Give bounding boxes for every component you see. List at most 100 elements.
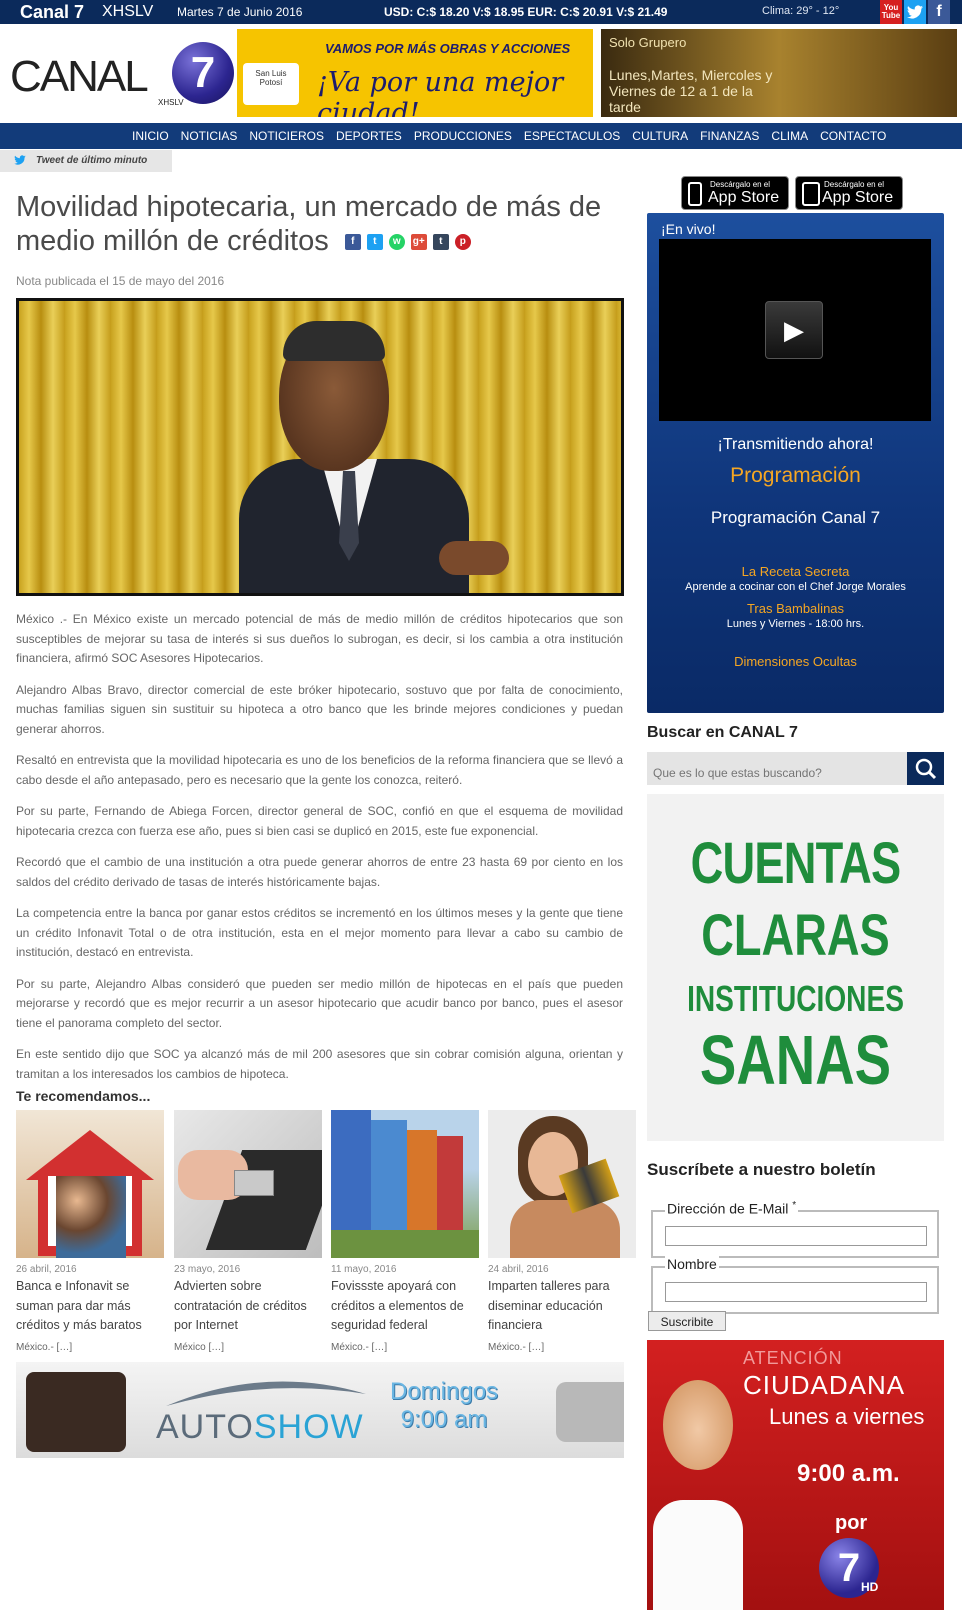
article-paragraph: Recordó que el cambio de una institución… [16, 855, 623, 889]
share-icons: f t w g+ t p [344, 234, 471, 251]
video-player[interactable]: ▶ [659, 239, 931, 421]
pinterest-share-icon[interactable]: p [454, 234, 471, 251]
main-nav: INICIO NOTICIAS NOTICIEROS DEPORTES PROD… [0, 123, 962, 149]
weather: Clima: 29° - 12° [762, 5, 840, 17]
whatsapp-share-icon[interactable]: w [388, 234, 405, 251]
recommend-date: 26 abril, 2016 [16, 1264, 77, 1275]
cuentas-line2: CLARAS [701, 903, 890, 968]
modern-car-image [556, 1382, 624, 1442]
email-fieldset: Dirección de E-Mail * [651, 1200, 939, 1258]
article-paragraph: Por su parte, Fernando de Abiega Forcen,… [16, 804, 623, 838]
top-brand: Canal 7 [20, 2, 85, 22]
callsign: XHSLV [102, 3, 154, 20]
nav-inicio[interactable]: INICIO [126, 123, 175, 149]
twitter-share-icon[interactable]: t [366, 234, 383, 251]
recommend-title[interactable]: Imparten talleres para diseminar educaci… [488, 1277, 636, 1336]
recommend-title[interactable]: Advierten sobre contratación de créditos… [174, 1277, 322, 1336]
facebook-share-icon[interactable]: f [344, 234, 361, 251]
recommend-card[interactable]: 24 abril, 2016 Imparten talleres para di… [488, 1110, 636, 1353]
show-desc: Aprende a cocinar con el Chef Jorge Mora… [685, 581, 906, 593]
atencion-time: 9:00 a.m. [797, 1460, 900, 1487]
atencion-por: por [835, 1512, 868, 1534]
article-paragraph: Alejandro Albas Bravo, director comercia… [16, 682, 623, 736]
atencion-line2: CIUDADANA [743, 1370, 906, 1400]
appstore-small: Descárgalo en el [824, 180, 885, 189]
recommend-title[interactable]: Banca e Infonavit se suman para dar más … [16, 1277, 164, 1336]
name-fieldset: Nombre [651, 1256, 939, 1314]
family-house-image[interactable] [16, 1110, 164, 1258]
newsletter-title: Suscríbete a nuestro boletín [647, 1160, 876, 1179]
twitter-bird-icon [14, 154, 26, 168]
autoshow-brand-a: AUTO [156, 1408, 254, 1446]
recommend-excerpt: México.- […] [488, 1341, 545, 1353]
play-icon[interactable]: ▶ [765, 301, 823, 359]
recommend-excerpt: México.- […] [16, 1341, 73, 1353]
appstore-button[interactable]: Descárgalo en el App Store [795, 176, 903, 210]
cuentas-claras-ad[interactable]: CUENTAS CLARAS INSTITUCIONES SANAS [647, 794, 944, 1141]
article-paragraph: Por su parte, Alejandro Albas consideró … [16, 976, 623, 1030]
laptop-card-image[interactable] [174, 1110, 322, 1258]
vintage-car-image [26, 1372, 126, 1452]
current-date: Martes 7 de Junio 2016 [177, 5, 303, 19]
email-field[interactable] [665, 1226, 927, 1246]
tweet-bar-label: Tweet de último minuto [36, 155, 148, 166]
search-input[interactable] [647, 752, 907, 785]
show-item[interactable]: Tras Bambalinas Lunes y Viernes - 18:00 … [647, 601, 944, 630]
article-paragraph: Resaltó en entrevista que la movilidad h… [16, 753, 623, 787]
woman-cards-image[interactable] [488, 1110, 636, 1258]
recommend-card[interactable]: 26 abril, 2016 Banca e Infonavit se suma… [16, 1110, 164, 1353]
ad-banner-obras[interactable]: San Luis Potosí VAMOS POR MÁS OBRAS Y AC… [237, 29, 593, 117]
show-name: Dimensiones Ocultas [734, 654, 857, 669]
live-label: ¡En vivo! [661, 221, 716, 237]
programacion-link[interactable]: Programación [647, 464, 944, 488]
youtube-icon[interactable]: You Tube [880, 0, 902, 24]
googleplus-share-icon[interactable]: g+ [410, 234, 427, 251]
logo-word: CANAL [10, 52, 149, 101]
tweet-bar[interactable]: Tweet de último minuto [0, 150, 172, 172]
cuentas-line3: INSTITUCIONES [687, 978, 904, 1019]
subscribe-button[interactable]: Suscribite [648, 1311, 726, 1331]
banner2-line1: Solo Grupero [609, 35, 687, 50]
recommend-title[interactable]: Fovissste apoyará con créditos a element… [331, 1277, 479, 1336]
nav-noticieros[interactable]: NOTICIEROS [243, 123, 330, 149]
show-desc: Lunes y Viernes - 18:00 hrs. [726, 618, 865, 630]
appstore-button[interactable]: Descárgalo en el App Store [681, 176, 789, 210]
top-bar: Canal 7 XHSLV Martes 7 de Junio 2016 USD… [0, 0, 962, 24]
recommend-excerpt: México.- […] [331, 1341, 388, 1353]
name-field[interactable] [665, 1282, 927, 1302]
banner2-line2: Lunes,Martes, Miercoles y Viernes de 12 … [609, 67, 773, 115]
atencion-line1: ATENCIÓN [743, 1348, 843, 1368]
autoshow-brand-b: SHOW [253, 1408, 364, 1446]
facebook-icon[interactable]: f [928, 0, 950, 24]
nav-clima[interactable]: CLIMA [765, 123, 814, 149]
nav-contacto[interactable]: CONTACTO [814, 123, 892, 149]
nav-producciones[interactable]: PRODUCCIONES [408, 123, 518, 149]
nav-espectaculos[interactable]: ESPECTACULOS [518, 123, 626, 149]
show-item[interactable]: La Receta Secreta Aprende a cocinar con … [647, 564, 944, 593]
tumblr-share-icon[interactable]: t [432, 234, 449, 251]
header: CANAL 7 XHSLV San Luis Potosí VAMOS POR … [0, 24, 962, 120]
autoshow-schedule: Domingos 9:00 am [390, 1378, 498, 1434]
banner1-line2: ¡Va por una mejor ciudad! [317, 67, 564, 117]
recommend-heading: Te recomendamos... [16, 1088, 151, 1104]
ad-banner-grupero[interactable]: Solo Grupero Lunes,Martes, Miercoles y V… [601, 29, 957, 117]
atencion-ciudadana-ad[interactable]: ATENCIÓN CIUDADANA Lunes a viernes 9:00 … [647, 1340, 944, 1610]
recommend-card[interactable]: 23 mayo, 2016 Advierten sobre contrataci… [174, 1110, 322, 1353]
nav-finanzas[interactable]: FINANZAS [694, 123, 765, 149]
autoshow-day: Domingos [390, 1378, 499, 1405]
houses-image[interactable] [331, 1110, 479, 1258]
nav-cultura[interactable]: CULTURA [626, 123, 694, 149]
recommend-card[interactable]: 11 mayo, 2016 Fovissste apoyará con créd… [331, 1110, 479, 1353]
appstore-small: Descárgalo en el [710, 180, 771, 189]
recommend-excerpt: México […] [174, 1341, 225, 1353]
canal7-logo[interactable]: CANAL 7 XHSLV [10, 38, 234, 108]
article-paragraph: La competencia entre la banca por ganar … [16, 906, 623, 959]
article-body: México .- En México existe un mercado po… [16, 610, 623, 1096]
show-item[interactable]: Dimensiones Ocultas [647, 654, 944, 669]
twitter-icon[interactable] [904, 0, 926, 24]
autoshow-logo: AUTOSHOW [156, 1408, 364, 1447]
search-button[interactable] [907, 752, 944, 785]
nav-noticias[interactable]: NOTICIAS [175, 123, 244, 149]
autoshow-banner[interactable]: AUTOSHOW Domingos 9:00 am [16, 1362, 624, 1458]
nav-deportes[interactable]: DEPORTES [330, 123, 408, 149]
